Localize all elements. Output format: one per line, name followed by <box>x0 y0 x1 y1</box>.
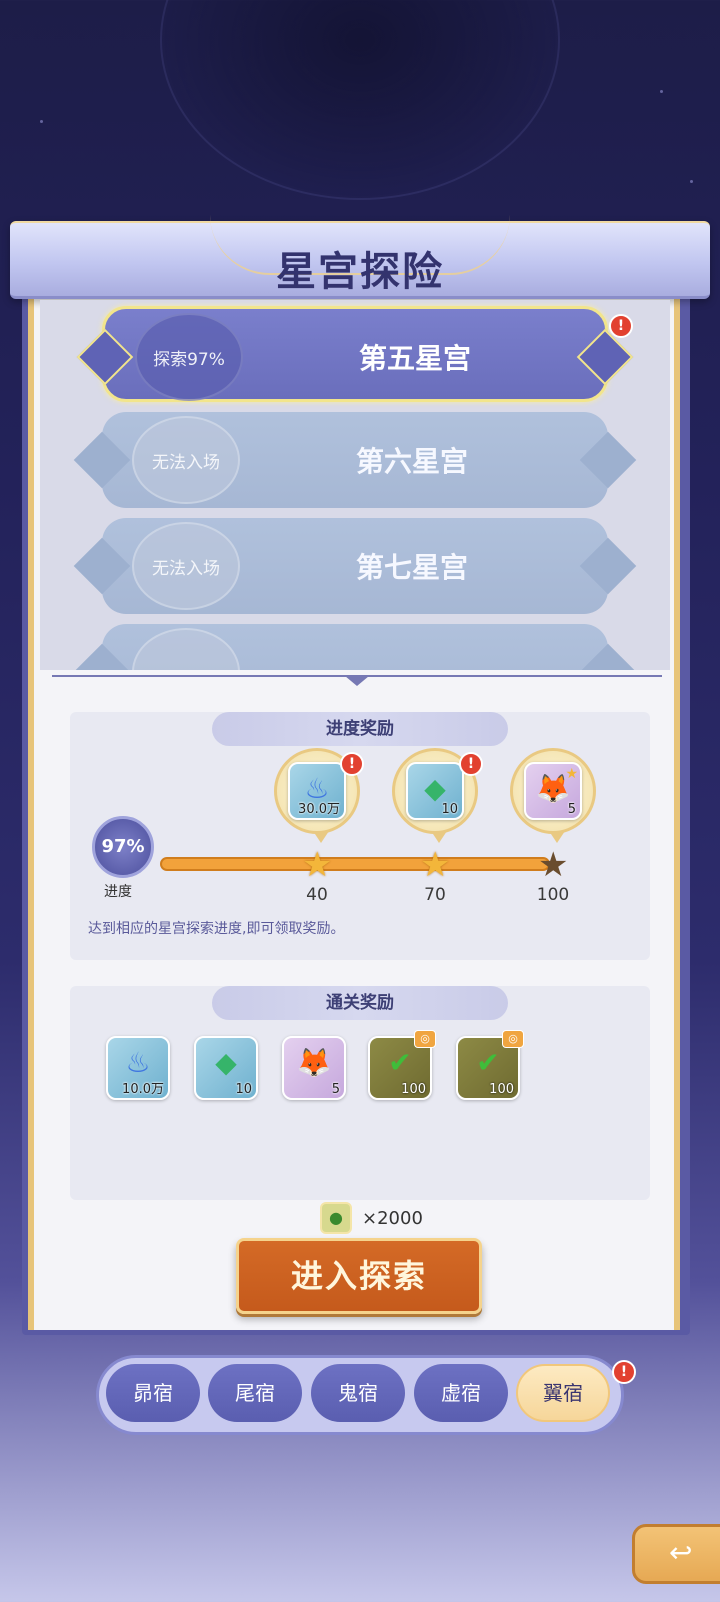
palace-status: 探索97% <box>153 350 225 370</box>
cost-amount: ×2000 <box>362 1208 423 1229</box>
palace-cap-right <box>579 537 637 595</box>
tag-icon: ◎ <box>414 1030 436 1048</box>
ticket-icon: ● <box>320 1202 352 1234</box>
check-icon: ✔ <box>388 1046 412 1079</box>
background-star <box>660 90 663 93</box>
palace-alert-icon: ! <box>609 314 633 338</box>
palace-cap-left <box>73 537 131 595</box>
background-star <box>690 180 693 183</box>
star-badge-icon: ★ <box>565 766 578 782</box>
back-button[interactable]: ↩ <box>632 1524 720 1584</box>
reward-qty: 30.0万 <box>298 802 340 817</box>
milestone-star-icon: ★ <box>420 845 451 885</box>
palace-name: 第七星宫 <box>355 551 468 584</box>
title-banner: 星宫探险 <box>10 221 710 299</box>
milestone-star-icon: ★ <box>538 845 569 885</box>
blue-flame-icon: ♨ <box>125 1046 151 1079</box>
palace-cap-right <box>579 431 637 489</box>
reward-alert-icon: ! <box>459 752 483 776</box>
reward-alert-icon: ! <box>340 752 364 776</box>
palace-list[interactable]: 探索97% 第五星宫 无法入场 第六星宫 无法入场 第七星宫 <box>40 300 670 670</box>
palace-cap-left <box>73 643 131 670</box>
tab-maosu[interactable]: 昴宿 <box>106 1364 200 1422</box>
palace-item-5[interactable]: 探索97% 第五星宫 <box>76 306 634 402</box>
background-ring <box>160 0 560 200</box>
palace-cap-left <box>73 431 131 489</box>
tab-xusu[interactable]: 虚宿 <box>414 1364 508 1422</box>
green-gem-icon: ◆ <box>215 1046 237 1079</box>
palace-status: 无法入场 <box>152 453 220 473</box>
progress-badge: 97% <box>92 816 154 878</box>
reward-qty: 5 <box>331 1082 340 1097</box>
reward-qty: 10.0万 <box>122 1082 164 1097</box>
progress-caption: 进度 <box>104 884 132 900</box>
palace-name: 第五星宫 <box>358 342 471 375</box>
clear-reward-item[interactable]: 🦊 5 <box>282 1036 346 1100</box>
tab-yisu[interactable]: 翼宿 <box>516 1364 610 1422</box>
palace-status: 无法入场 <box>152 559 220 579</box>
milestone-label: 100 <box>536 885 570 905</box>
reward-qty: 100 <box>401 1082 426 1097</box>
clear-rewards-header: 通关奖励 <box>212 986 508 1020</box>
tab-weisu[interactable]: 尾宿 <box>208 1364 302 1422</box>
tab-alert-icon: ! <box>612 1360 636 1384</box>
reward-tile: ♨ 30.0万 <box>288 762 346 820</box>
milestone-star-icon: ★ <box>302 845 333 885</box>
reward-tile: ◆ 10 <box>406 762 464 820</box>
green-gem-icon: ◆ <box>424 772 446 805</box>
palace-item-7[interactable]: 无法入场 第七星宫 <box>73 518 637 614</box>
reward-qty: 10 <box>235 1082 252 1097</box>
milestone-reward-100[interactable]: 🦊 ★ 5 <box>510 748 596 843</box>
reward-qty: 5 <box>567 802 576 817</box>
clear-reward-item[interactable]: ✔ ◎ 100 <box>368 1030 436 1100</box>
palace-name: 第六星宫 <box>355 445 468 478</box>
check-icon: ✔ <box>476 1046 500 1079</box>
progress-description: 达到相应的星宫探索进度,即可领取奖励。 <box>88 921 345 937</box>
background-star <box>40 120 43 123</box>
tab-guisu[interactable]: 鬼宿 <box>311 1364 405 1422</box>
milestone-label: 70 <box>424 885 446 905</box>
progress-bar <box>160 857 550 871</box>
enter-explore-button[interactable]: 进入探索 <box>236 1238 482 1314</box>
reward-tile: 🦊 ★ 5 <box>524 762 582 820</box>
clear-reward-item[interactable]: ◆ 10 <box>194 1036 258 1100</box>
clear-reward-item[interactable]: ♨ 10.0万 <box>106 1036 170 1100</box>
page-title: 星宫探险 <box>276 248 444 295</box>
palace-item-8[interactable] <box>73 624 637 670</box>
tag-icon: ◎ <box>502 1030 524 1048</box>
back-arrow-icon: ↩ <box>669 1536 693 1569</box>
reward-qty: 100 <box>489 1082 514 1097</box>
reward-qty: 10 <box>441 802 458 817</box>
palace-emblem <box>132 628 240 670</box>
palace-item-6[interactable]: 无法入场 第六星宫 <box>73 412 637 508</box>
palace-cap-right <box>579 643 637 670</box>
clear-reward-item[interactable]: ✔ ◎ 100 <box>456 1030 524 1100</box>
milestone-label: 40 <box>306 885 328 905</box>
fox-character-icon: 🦊 <box>296 1046 332 1079</box>
chevron-down-icon <box>345 676 369 686</box>
palace-cap-left <box>76 328 134 386</box>
progress-rewards-header: 进度奖励 <box>212 712 508 746</box>
